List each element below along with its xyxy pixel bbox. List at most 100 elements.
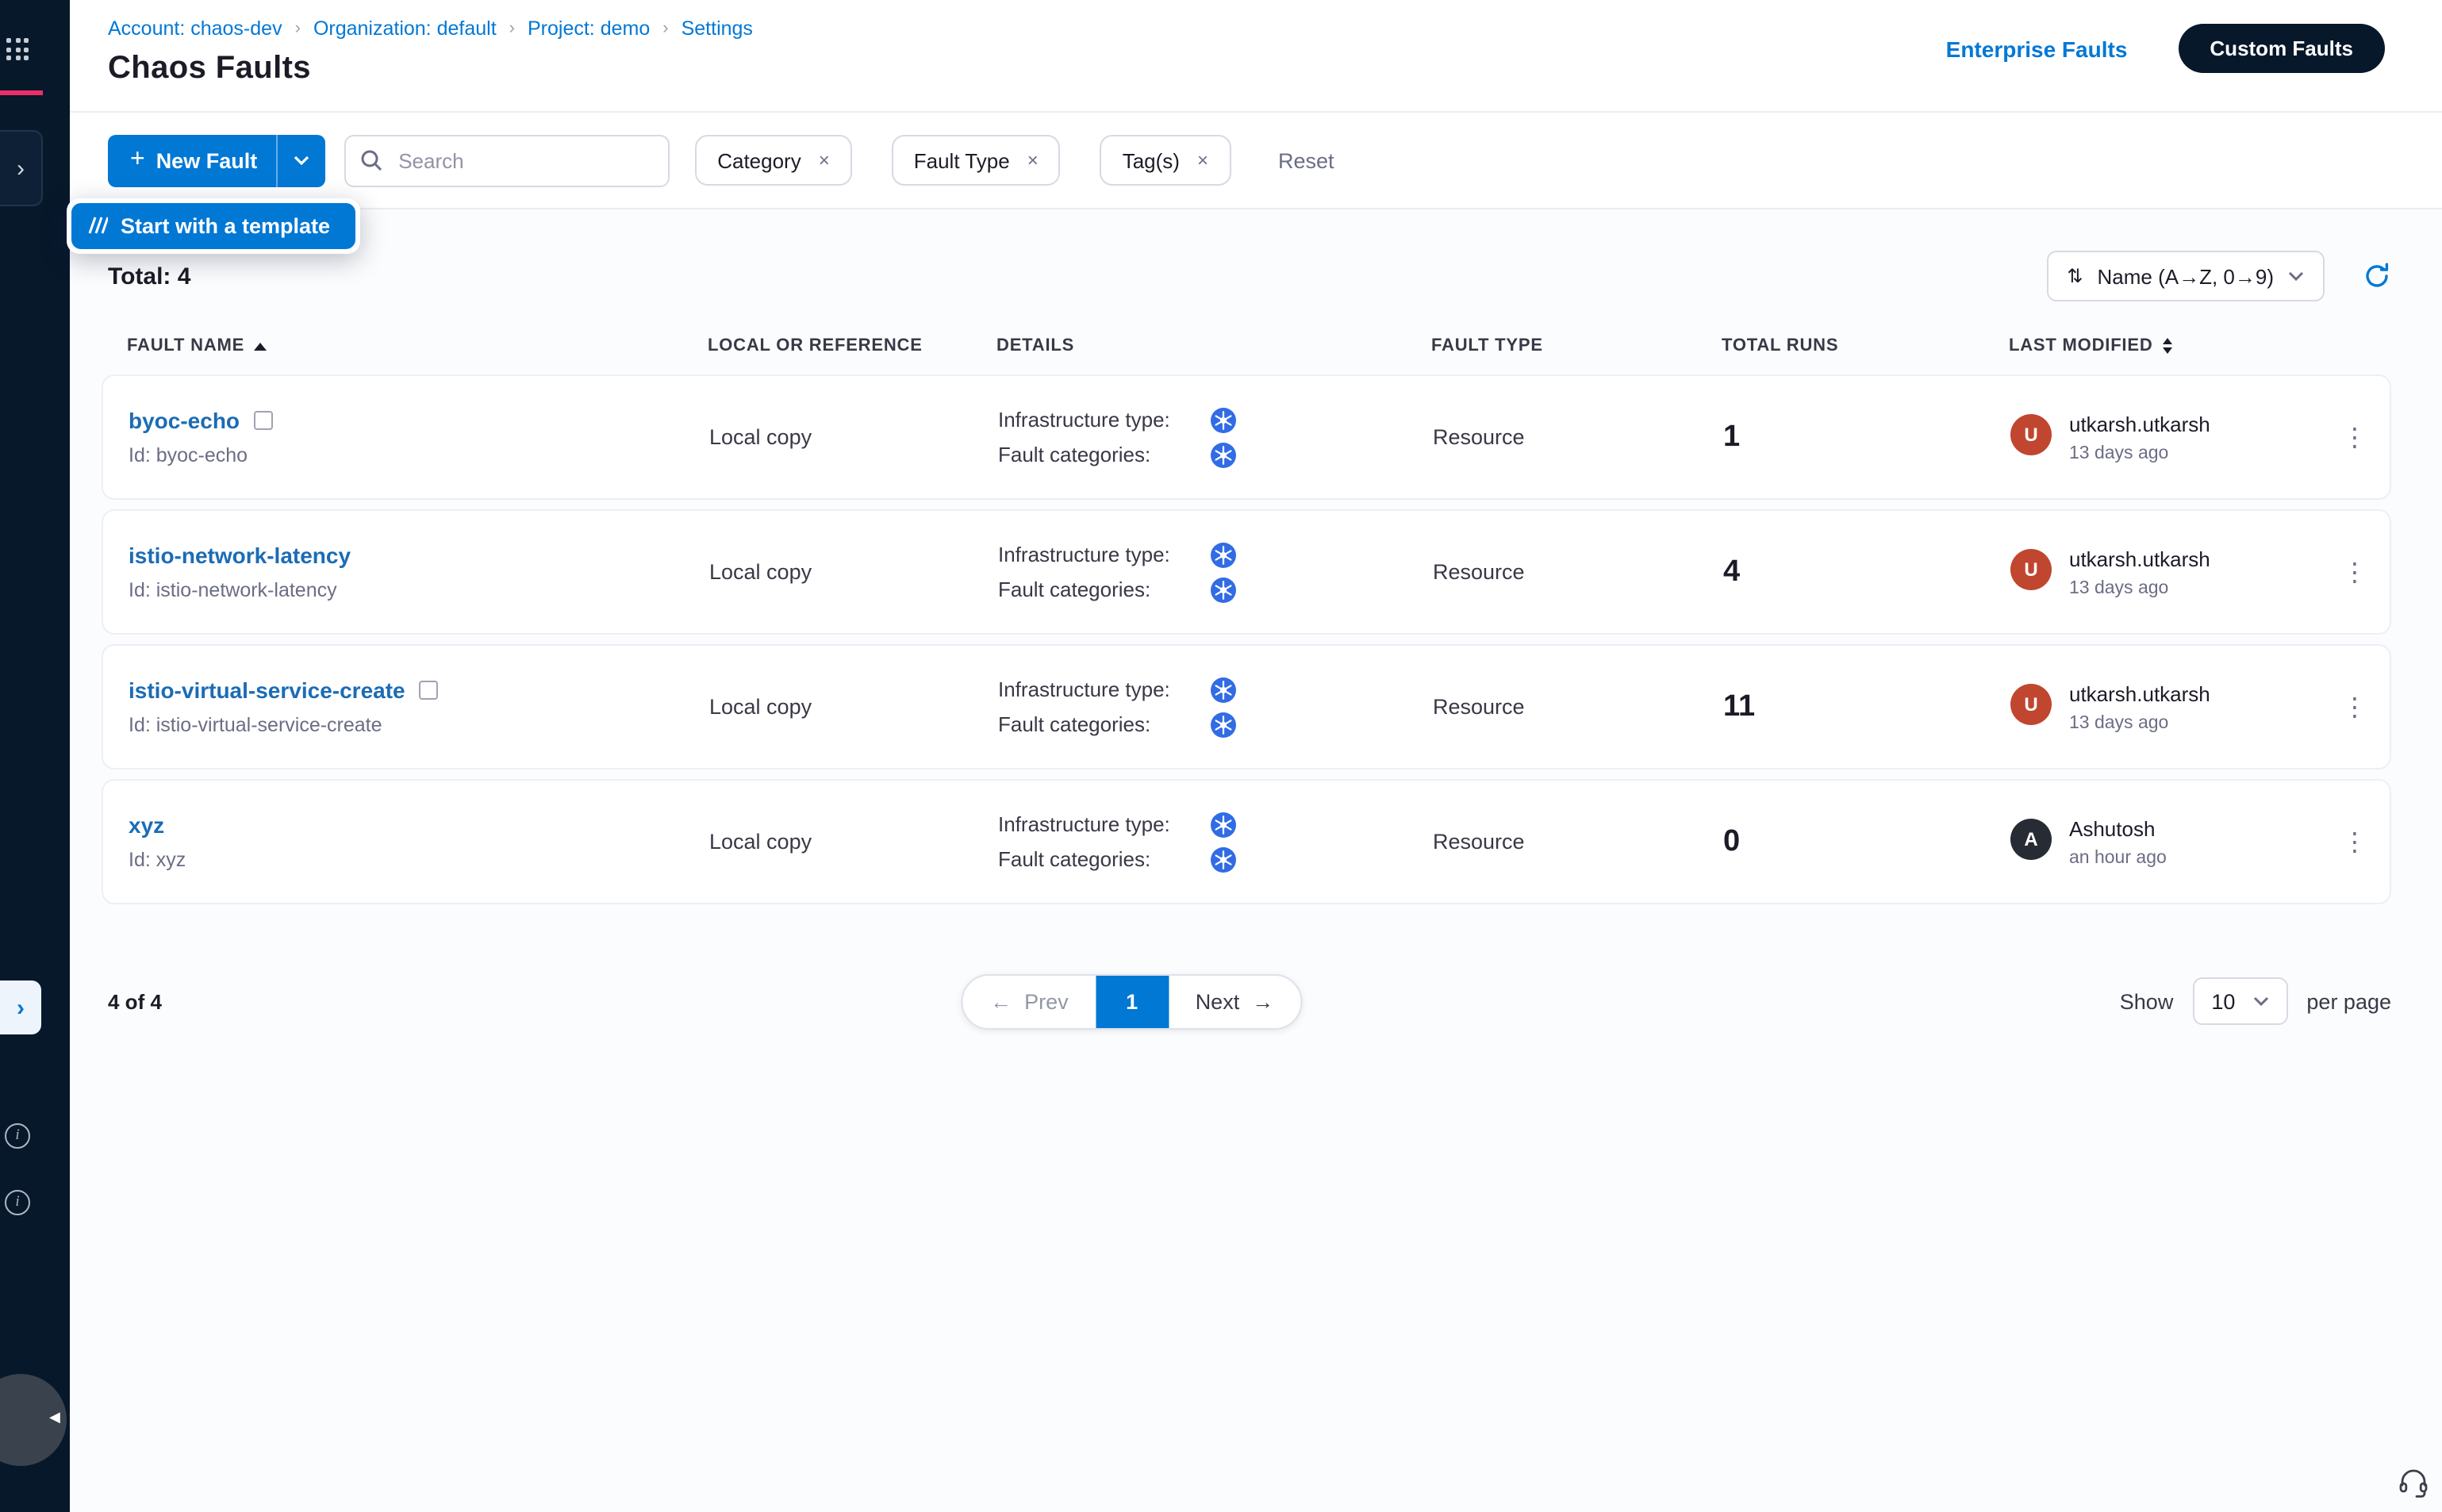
modified-by: utkarsh.utkarsh [2069,412,2210,436]
start-with-template-item[interactable]: Start with a template [71,202,355,248]
kubernetes-icon [1211,812,1236,837]
row-menu-icon[interactable]: ⋮ [2320,826,2390,858]
fault-type: Resource [1433,560,1723,584]
total-runs: 0 [1723,824,2010,859]
column-details: DETAILS [996,336,1431,355]
table-row: byoc-echo Id: byoc-echo Local copy Infra… [102,374,2391,500]
search-input[interactable] [344,134,670,186]
fault-checkbox-icon[interactable] [254,411,273,430]
total-runs: 4 [1723,555,2010,589]
fault-id: Id: istio-virtual-service-create [129,714,709,736]
content-area: Total: 4 ⇅ Name (A→Z, 0→9) FAU [70,209,2442,1512]
help-icon[interactable]: i [5,1123,30,1149]
kubernetes-icon [1211,712,1236,737]
new-fault-label: New Fault [156,148,258,172]
fault-categories-label: Fault categories: [998,847,1188,871]
total-count: Total: 4 [108,263,190,290]
accent-underline [0,90,43,95]
collapse-sidebar-icon[interactable]: ◀ [49,1409,60,1426]
table-header: FAULT NAME LOCAL OR REFERENCE DETAILS FA… [102,336,2391,355]
pager: ← Prev 1 Next → [962,973,1302,1029]
custom-faults-button[interactable]: Custom Faults [2178,24,2385,73]
show-label: Show [2120,989,2174,1013]
sort-select-value: Name (A→Z, 0→9) [2098,264,2275,288]
pagination: 4 of 4 ← Prev 1 Next → Show [102,973,2391,1030]
infrastructure-type-label: Infrastructure type: [998,812,1188,836]
kubernetes-icon [1211,677,1236,702]
support-headset-icon[interactable] [2398,1466,2429,1506]
chevron-right-icon: › [17,155,25,182]
column-last-modified[interactable]: LAST MODIFIED [2009,336,2296,355]
prev-page-button[interactable]: ← Prev [963,975,1096,1027]
close-icon[interactable]: × [819,149,830,171]
reset-filters-button[interactable]: Reset [1278,148,1334,172]
fault-name-link[interactable]: byoc-echo [129,408,240,433]
next-page-button[interactable]: Next → [1169,975,1301,1027]
modified-time: an hour ago [2069,848,2167,867]
modified-by: utkarsh.utkarsh [2069,547,2210,570]
breadcrumb: Account: chaos-dev › Organization: defau… [108,17,753,40]
search-icon [360,148,382,171]
sort-both-icon [2163,338,2172,354]
column-total-runs: TOTAL RUNS [1722,336,2009,355]
fault-name-link[interactable]: xyz [129,812,164,838]
infrastructure-type-label: Infrastructure type: [998,408,1188,432]
new-fault-button[interactable]: + New Fault [108,134,325,186]
template-icon [87,216,108,235]
page-number-button[interactable]: 1 [1096,975,1169,1027]
fault-checkbox-icon[interactable] [420,681,439,700]
fault-name-link[interactable]: istio-network-latency [129,543,351,568]
fault-id: Id: xyz [129,849,709,871]
plus-icon: + [130,146,145,175]
table-row: xyz Id: xyz Local copy Infrastructure ty… [102,779,2391,904]
row-menu-icon[interactable]: ⋮ [2320,421,2390,453]
table-row: istio-network-latency Id: istio-network-… [102,509,2391,635]
fault-name-link[interactable]: istio-virtual-service-create [129,677,405,703]
avatar: U [2010,413,2052,455]
info-icon[interactable]: i [5,1190,30,1215]
kubernetes-icon [1211,407,1236,432]
avatar: A [2010,818,2052,859]
kubernetes-icon [1211,442,1236,467]
row-menu-icon[interactable]: ⋮ [2320,556,2390,588]
chevron-right-icon: › [17,994,25,1021]
column-fault-name[interactable]: FAULT NAME [127,336,708,355]
total-runs: 1 [1723,420,2010,455]
breadcrumb-organization[interactable]: Organization: default [313,17,497,40]
row-menu-icon[interactable]: ⋮ [2320,691,2390,723]
close-icon[interactable]: × [1027,149,1039,171]
app-grid-icon[interactable] [6,38,29,60]
fault-categories-label: Fault categories: [998,712,1188,736]
breadcrumb-separator: › [509,19,515,38]
breadcrumb-project[interactable]: Project: demo [528,17,650,40]
breadcrumb-account[interactable]: Account: chaos-dev [108,17,282,40]
sort-asc-icon [254,342,267,350]
sidebar-toggle-button[interactable]: › [0,980,41,1034]
local-or-reference: Local copy [709,560,998,584]
refresh-icon[interactable] [2363,262,2391,290]
avatar: U [2010,548,2052,589]
page-header: Account: chaos-dev › Organization: defau… [70,0,2442,111]
sidebar-expand-button[interactable]: › [0,130,43,206]
filter-chip-tags[interactable]: Tag(s) × [1100,135,1231,186]
table-row: istio-virtual-service-create Id: istio-v… [102,644,2391,769]
new-fault-menu: Start with a template [67,198,360,253]
app-window: › › i i ◀ Account: chaos-dev › Organizat… [0,0,2442,1512]
fault-id: Id: byoc-echo [129,444,709,466]
filter-chip-fault-type[interactable]: Fault Type × [892,135,1061,186]
per-page-select[interactable]: 10 [2192,977,2287,1025]
close-icon[interactable]: × [1197,149,1208,171]
sort-select[interactable]: ⇅ Name (A→Z, 0→9) [2046,251,2325,301]
chevron-down-icon [294,155,309,165]
fault-id: Id: istio-network-latency [129,579,709,601]
new-fault-dropdown-toggle[interactable] [278,134,325,186]
column-fault-type: FAULT TYPE [1431,336,1722,355]
fault-type: Resource [1433,425,1723,449]
filter-chip-category[interactable]: Category × [695,135,852,186]
breadcrumb-separator: › [662,19,668,38]
breadcrumb-settings[interactable]: Settings [682,17,753,40]
modified-by: Ashutosh [2069,816,2167,840]
kubernetes-icon [1211,542,1236,567]
prev-arrow-icon: ← [990,989,1012,1013]
enterprise-faults-link[interactable]: Enterprise Faults [1946,36,2128,61]
